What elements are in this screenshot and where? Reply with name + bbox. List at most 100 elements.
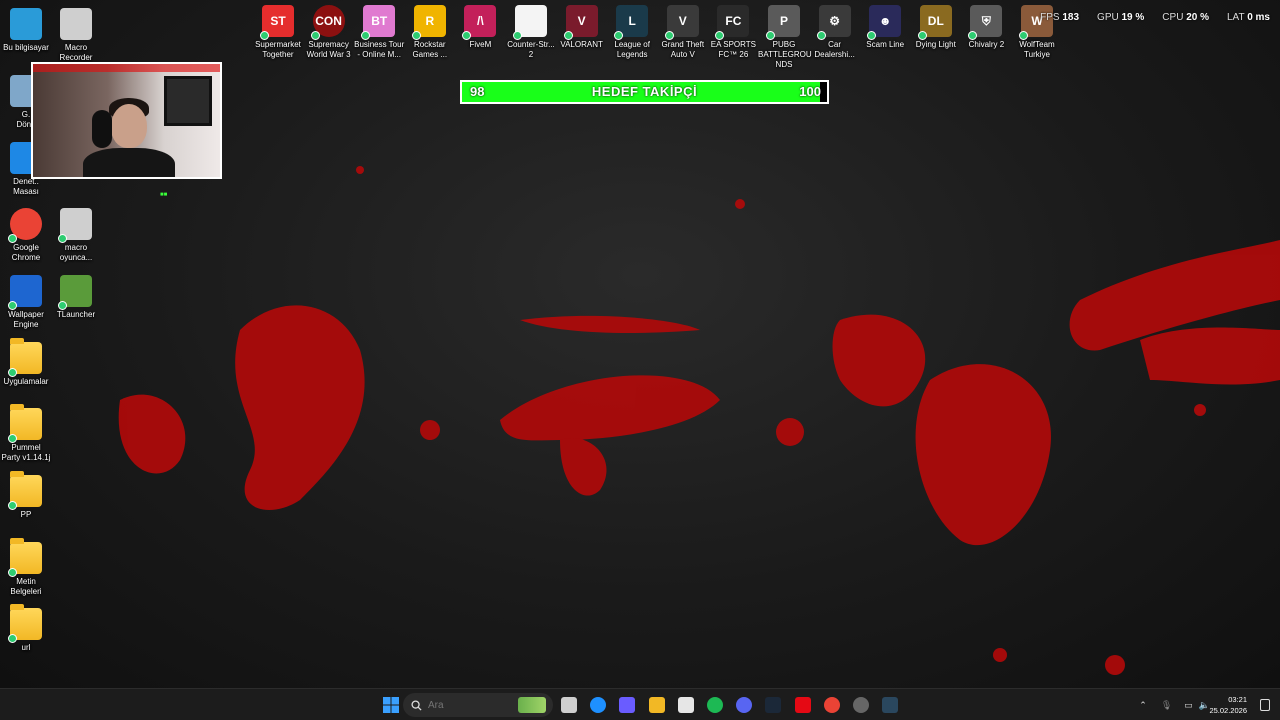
desktop-icon[interactable]: Macro Recorder xyxy=(50,8,102,63)
notification-icon[interactable] xyxy=(1260,699,1270,711)
sync-check-icon xyxy=(8,434,17,443)
desktop-icon[interactable]: TLauncher xyxy=(50,275,102,320)
desktop-icon[interactable]: PP xyxy=(0,471,52,520)
sync-check-icon xyxy=(8,501,17,510)
desktop-icon[interactable]: Pummel Party v1.14.1j xyxy=(0,404,52,463)
obs-icon xyxy=(853,697,869,713)
taskbar-app-button[interactable] xyxy=(762,694,784,716)
search-highlight-icon xyxy=(518,697,546,713)
sync-check-icon xyxy=(614,31,624,40)
search-input[interactable] xyxy=(428,699,518,711)
desktop-icon-label: Supremacy World War 3 xyxy=(306,40,351,59)
desktop-icon[interactable]: BT Business Tour - Online M... xyxy=(353,5,405,60)
league-icon: L xyxy=(614,5,649,40)
desktop-icon[interactable]: CON Supremacy World War 3 xyxy=(303,5,355,60)
microphone-icon[interactable]: 🎙 xyxy=(1161,700,1172,711)
task-view-icon xyxy=(561,697,577,713)
desktop-icon[interactable]: FC EA SPORTS FC™ 26 xyxy=(707,5,759,60)
desktop-icon[interactable]: V VALORANT xyxy=(556,5,608,50)
icon-glyph: ⛨ xyxy=(981,13,991,28)
monitor-icon xyxy=(10,8,42,40)
desktop-icon[interactable]: R Rockstar Games ... xyxy=(404,5,456,60)
desktop-icon[interactable]: Metin Belgeleri xyxy=(0,538,52,597)
search-icon xyxy=(411,699,422,711)
sync-check-icon xyxy=(1019,31,1028,40)
taskbar-app-button[interactable] xyxy=(587,694,609,716)
desktop-icon[interactable]: L League of Legends xyxy=(606,5,658,60)
fps-stat: FPS 183 xyxy=(1040,12,1080,23)
minecraft-block-icon xyxy=(58,275,92,310)
desktop-icon[interactable]: ⛨ Chivalry 2 xyxy=(960,5,1012,50)
store-icon xyxy=(677,697,694,713)
tray-overflow-icon[interactable]: ⌃ xyxy=(1139,700,1147,711)
taskbar-app-button[interactable] xyxy=(733,694,755,716)
rockstar-icon: R xyxy=(411,5,446,40)
scam-line-icon: ☻ xyxy=(867,5,902,40)
desktop-icon[interactable]: Bu bilgisayar xyxy=(0,8,52,53)
performance-overlay: FPS 183 GPU 19 % CPU 20 % LAT 0 ms xyxy=(1040,12,1270,23)
taskbar-app-button[interactable] xyxy=(558,694,580,716)
copilot-icon xyxy=(619,697,636,713)
icon-glyph: L xyxy=(628,14,636,28)
follower-goal-bar: 98 HEDEF TAKİPÇİ 100 xyxy=(460,80,829,104)
taskbar-search[interactable] xyxy=(403,693,553,717)
folder-icon xyxy=(8,338,42,377)
webcam-tag: ■■ xyxy=(160,192,168,198)
supermarket-together-icon: ST xyxy=(260,5,294,40)
desktop-icon[interactable]: Uygulamalar xyxy=(0,338,52,387)
desktop-icon[interactable]: url xyxy=(0,604,52,653)
taskbar-app-button[interactable] xyxy=(792,694,814,716)
desktop-icon-label: Bu bilgisayar xyxy=(3,43,49,52)
desktop-icon-label: Counter-Str... 2 xyxy=(507,40,555,59)
start-button[interactable] xyxy=(380,694,402,716)
taskbar-app-button[interactable] xyxy=(675,694,697,716)
desktop-icon-label: Business Tour - Online M... xyxy=(354,40,405,59)
system-tray: ⌃ 🎙 ▭ 🔈 xyxy=(1139,689,1210,720)
sync-check-icon xyxy=(310,31,320,40)
desktop-icon-label: PP xyxy=(20,510,32,519)
desktop-icon[interactable]: Wallpaper Engine xyxy=(0,275,52,330)
sync-check-icon xyxy=(766,31,775,40)
desktop-icon-label: League of Legends xyxy=(614,40,650,59)
desktop-icon[interactable]: Counter-Str... 2 xyxy=(505,5,557,60)
sync-check-icon xyxy=(8,368,17,377)
desktop-icon[interactable]: V Grand Theft Auto V xyxy=(657,5,709,60)
desktop-icon[interactable]: DL Dying Light xyxy=(910,5,962,50)
steam-icon xyxy=(882,697,899,713)
taskbar-app-button[interactable] xyxy=(821,694,843,716)
desktop-icon-label: Scam Line xyxy=(866,40,905,49)
desktop-icon-label: FiveM xyxy=(469,40,492,49)
taskbar-app-button[interactable] xyxy=(616,694,638,716)
taskbar-app-button[interactable] xyxy=(704,694,726,716)
business-tour-icon: BT xyxy=(361,5,396,40)
taskbar-app-button[interactable] xyxy=(879,694,901,716)
desktop-icon-label: Grand Theft Auto V xyxy=(661,40,705,59)
taskbar: ⌃ 🎙 ▭ 🔈 03:21 25.02.2026 xyxy=(0,688,1280,720)
chrome-icon xyxy=(8,208,42,243)
icon-glyph: R xyxy=(425,14,435,28)
desktop-icon-label: VALORANT xyxy=(560,40,603,49)
desktop-icon-label: Dying Light xyxy=(915,40,956,49)
desktop-icon[interactable]: /\ FiveM xyxy=(454,5,506,50)
clock-time: 03:21 xyxy=(1228,695,1247,704)
desktop-icon[interactable]: P PUBG BATTLEGROU NDS xyxy=(758,5,812,70)
desktop-icon[interactable]: ST Supermarket Together xyxy=(252,5,304,60)
desktop-icon[interactable]: ⚙ Car Dealershi... xyxy=(809,5,861,60)
desktop-icon-label: Car Dealershi... xyxy=(814,40,855,59)
network-icon[interactable]: ▭ xyxy=(1184,700,1193,711)
clock-date: 25.02.2026 xyxy=(1209,706,1247,715)
desktop-icon[interactable]: macro oyunca... xyxy=(50,208,102,263)
valorant-icon: V xyxy=(563,5,598,40)
sync-check-icon xyxy=(715,31,725,40)
icon-glyph: P xyxy=(779,14,788,28)
pubg-icon: P xyxy=(766,5,800,40)
desktop-icon[interactable]: Google Chrome xyxy=(0,208,52,263)
desktop-icon-label: Metin Belgeleri xyxy=(10,577,42,596)
taskbar-app-button[interactable] xyxy=(850,694,872,716)
system-clock[interactable]: 03:21 25.02.2026 xyxy=(1209,694,1247,716)
desktop-icon[interactable]: ☻ Scam Line xyxy=(859,5,911,50)
taskbar-app-button[interactable] xyxy=(646,694,668,716)
gpu-stat: GPU 19 % xyxy=(1097,12,1145,23)
volume-icon[interactable]: 🔈 xyxy=(1199,700,1210,711)
icon-glyph: DL xyxy=(927,14,944,28)
